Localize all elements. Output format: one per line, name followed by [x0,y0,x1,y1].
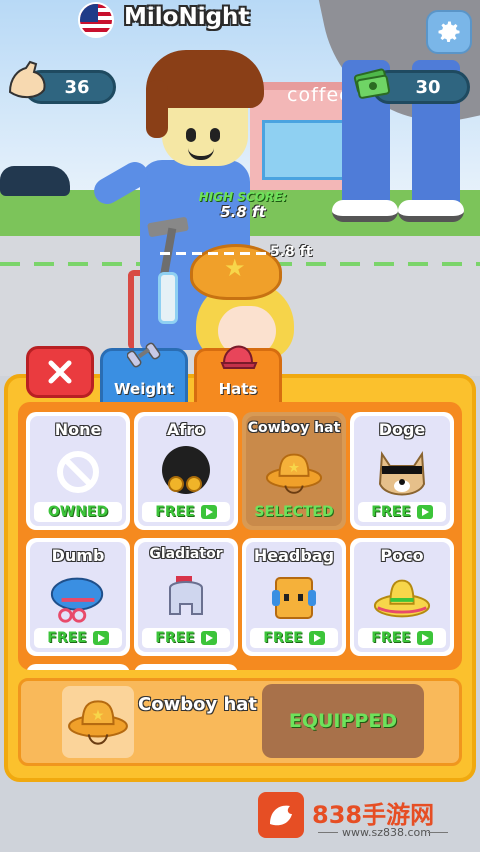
bottle-icon [158,272,178,324]
hat-name: Afro [166,420,206,439]
selected-hat-name: Cowboy hat [138,694,258,715]
equip-button-label: EQUIPPED [288,710,398,732]
cowboy-hat-icon: ★ [264,444,324,500]
us-flag-icon [78,2,114,38]
dumb-icon [48,570,108,626]
watermark-logo [258,792,304,838]
video-ad-icon [416,631,433,645]
hat-card-cowboy-hat[interactable]: Cowboy hat ★ SELECTED [242,412,346,530]
tab-hats-label: Hats [218,380,258,398]
hat-card-headbag[interactable]: Headbag FREE [242,538,346,656]
settings-button[interactable] [426,10,472,54]
watermark-text: 838手游网 [312,801,435,829]
high-score: HIGH SCORE: 5.8 ft [188,190,298,221]
hats-grid: None OWNED Afro FREE Cowboy hat ★ SELECT… [18,402,462,670]
hat-card-dumb[interactable]: Dumb FREE [26,538,130,656]
watermark-rule [428,832,448,833]
hat-name: Dumb [51,546,105,565]
hat-card-partial [134,664,238,670]
afro-icon [156,444,216,500]
selected-hat-preview: ★ [62,686,134,758]
none-icon [48,444,108,500]
player-name: MiloNight [124,4,250,30]
headbag-icon [264,570,324,626]
doge-icon [372,444,432,500]
hat-card-none[interactable]: None OWNED [26,412,130,530]
svg-text:★: ★ [288,460,300,476]
height-marker: 5.8 ft [270,244,313,260]
hat-name: Doge [378,420,426,439]
video-ad-icon [416,505,433,519]
hat-name: Cowboy hat [247,420,341,436]
gear-icon [438,21,460,43]
muscle-icon [8,60,46,98]
close-icon [48,360,72,384]
hat-card-gladiator[interactable]: Gladiator FREE [134,538,238,656]
video-ad-icon [308,631,325,645]
strength-value: 36 [64,76,90,98]
cash-icon [353,68,391,99]
video-ad-icon [200,505,217,519]
cowboy-hat-icon: ★ [68,700,128,745]
sombrero-icon [372,570,432,626]
hat-name: Headbag [253,546,335,565]
hat-card-poco[interactable]: Poco FREE [350,538,454,656]
watermark-url: www.sz838.com [342,826,431,839]
hat-status: OWNED [34,502,122,522]
hat-status: FREE [142,628,230,648]
hat-name: Poco [380,546,424,565]
hat-status: FREE [358,502,446,522]
hat-status: FREE [250,628,338,648]
equip-button[interactable]: EQUIPPED [262,684,424,758]
high-score-value: 5.8 ft [220,203,266,221]
cash-value: 30 [415,76,441,98]
hat-status: FREE [34,628,122,648]
tab-hats[interactable]: Hats [194,345,282,404]
gladiator-icon [156,570,216,626]
parked-car [0,166,70,196]
tab-weight[interactable]: Weight [100,342,188,404]
watermark-rule [318,832,338,833]
height-line [160,252,268,255]
hat-card-afro[interactable]: Afro FREE [134,412,238,530]
hat-status: FREE [358,628,446,648]
hat-status: SELECTED [250,502,338,522]
tab-weight-label: Weight [114,380,174,398]
dumbbell-icon [127,342,161,368]
high-score-label: HIGH SCORE: [198,190,288,204]
svg-text:★: ★ [92,708,105,724]
hat-name: None [54,420,102,439]
video-ad-icon [92,631,109,645]
hat-card-partial [26,664,130,670]
hat-name: Gladiator [149,546,223,562]
close-button[interactable] [26,346,94,398]
cap-icon [220,345,258,369]
star-icon: ★ [224,254,246,282]
video-ad-icon [200,631,217,645]
hat-card-doge[interactable]: Doge FREE [350,412,454,530]
dragon-icon [270,805,292,826]
hat-status: FREE [142,502,230,522]
